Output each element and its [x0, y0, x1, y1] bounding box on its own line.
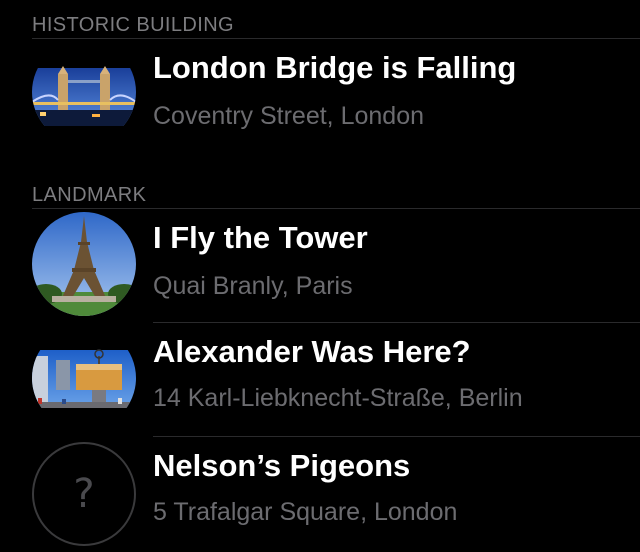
item-title: London Bridge is Falling	[153, 50, 517, 85]
list-item-i-fly-the-tower[interactable]: I Fly the Tower Quai Branly, Paris	[0, 212, 640, 324]
item-subtitle: Coventry Street, London	[153, 102, 424, 130]
eiffel-tower-thumbnail	[32, 212, 136, 316]
tower-bridge-thumbnail	[32, 40, 136, 144]
item-title: Alexander Was Here?	[153, 334, 471, 369]
item-title: I Fly the Tower	[153, 220, 368, 255]
item-subtitle: 14 Karl-Liebknecht-Straße, Berlin	[153, 384, 523, 412]
item-subtitle: 5 Trafalgar Square, London	[153, 498, 458, 526]
row-divider	[153, 322, 640, 323]
world-clock-thumbnail	[32, 326, 136, 430]
item-subtitle: Quai Branly, Paris	[153, 272, 353, 300]
list-item-alexander-was-here[interactable]: Alexander Was Here? 14 Karl-Liebknecht-S…	[0, 326, 640, 438]
row-divider	[153, 436, 640, 437]
section-header-landmark: LANDMARK	[32, 184, 147, 206]
list-item-london-bridge[interactable]: London Bridge is Falling Coventry Street…	[0, 40, 640, 152]
section-divider	[32, 208, 640, 209]
section-divider	[32, 38, 640, 39]
section-header-historic-building: HISTORIC BUILDING	[32, 14, 235, 36]
question-placeholder-icon: ?	[32, 442, 136, 546]
item-title: Nelson’s Pigeons	[153, 448, 411, 483]
list-item-nelsons-pigeons[interactable]: ? Nelson’s Pigeons 5 Trafalgar Square, L…	[0, 440, 640, 552]
